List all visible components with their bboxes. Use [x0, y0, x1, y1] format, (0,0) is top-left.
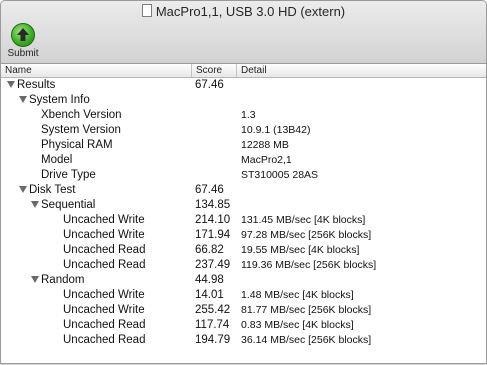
outline-row[interactable]: Random 44.98 [1, 273, 486, 288]
row-score: 66.82 [195, 244, 224, 256]
row-name: Uncached Read [63, 333, 145, 348]
outline-row[interactable]: System Version 10.9.1 (13B42) [1, 123, 486, 138]
row-score: 255.42 [195, 304, 231, 316]
row-name: Uncached Write [63, 303, 145, 318]
row-detail: MacPro2,1 [241, 154, 292, 166]
submit-arrow-up-icon [11, 23, 35, 47]
row-score: 14.01 [195, 289, 224, 301]
row-name: Random [31, 273, 84, 288]
column-header-name[interactable]: Name [1, 64, 32, 77]
row-name: Uncached Write [63, 213, 145, 228]
outline-row[interactable]: System Info [1, 93, 486, 108]
submit-label: Submit [7, 48, 39, 59]
outline-row[interactable]: Uncached Read 66.82 19.55 MB/sec [4K block… [1, 243, 486, 258]
row-name: Xbench Version [41, 108, 122, 123]
row-score: 194.79 [195, 334, 231, 346]
outline-row[interactable]: Uncached Write 255.42 81.77 MB/sec [256K b… [1, 303, 486, 318]
row-name: Disk Test [19, 183, 75, 198]
row-name: Model [41, 153, 72, 168]
row-label: Sequential [41, 199, 96, 211]
row-label: Random [41, 274, 85, 286]
row-detail: 97.28 MB/sec [256K blocks] [241, 229, 372, 241]
disclosure-triangle-icon[interactable] [19, 186, 27, 193]
row-detail: 1.3 [241, 109, 256, 121]
outline-row[interactable]: Uncached Write 171.94 97.28 MB/sec [256K b… [1, 228, 486, 243]
outline-row[interactable]: Disk Test 67.46 [1, 183, 486, 198]
row-label: Xbench Version [41, 109, 122, 121]
document-proxy-icon[interactable] [141, 4, 152, 17]
row-label: Disk Test [29, 184, 76, 196]
row-score: 237.49 [195, 259, 231, 271]
outline-row[interactable]: Uncached Write 214.10 131.45 MB/sec [4K bl… [1, 213, 486, 228]
row-name: Uncached Write [63, 228, 145, 243]
results-outline: Results 67.46 System Info Xbench Version 1.3… [1, 78, 486, 348]
row-score: 117.74 [195, 319, 230, 331]
row-detail: 36.14 MB/sec [256K blocks] [241, 334, 372, 346]
row-label: Uncached Write [63, 214, 145, 226]
row-name: Physical RAM [41, 138, 113, 153]
row-name: Results [7, 78, 55, 93]
outline-row[interactable]: Results 67.46 [1, 78, 486, 93]
outline-row[interactable]: Drive Type ST310005 28AS [1, 168, 486, 183]
disclosure-triangle-icon[interactable] [31, 276, 39, 283]
column-header-detail[interactable]: Detail [236, 64, 267, 77]
title-bar: MacPro1,1, USB 3.0 HD (extern) Submit [1, 1, 486, 64]
row-label: System Info [29, 94, 90, 106]
row-detail: 131.45 MB/sec [4K blocks] [241, 214, 366, 226]
row-detail: 81.77 MB/sec [256K blocks] [241, 304, 372, 316]
outline-row[interactable]: Physical RAM 12288 MB [1, 138, 486, 153]
row-score: 134.85 [195, 199, 231, 211]
row-label: Uncached Write [63, 229, 145, 241]
row-name: Drive Type [41, 168, 96, 183]
column-header-score[interactable]: Score [191, 64, 222, 77]
row-label: Uncached Write [63, 304, 145, 316]
row-detail: ST310005 28AS [241, 169, 319, 181]
row-detail: 119.36 MB/sec [256K blocks] [241, 259, 377, 271]
row-label: Uncached Read [63, 259, 146, 271]
row-label: Uncached Read [63, 244, 146, 256]
row-detail: 1.48 MB/sec [4K blocks] [241, 289, 354, 301]
row-score: 67.46 [195, 184, 224, 196]
outline-row[interactable]: Uncached Read 237.49 119.36 MB/sec [256K b… [1, 258, 486, 273]
row-label: Model [41, 154, 73, 166]
row-name: Uncached Write [63, 288, 145, 303]
row-detail: 12288 MB [241, 139, 289, 151]
row-label: Physical RAM [41, 139, 113, 151]
row-detail: 10.9.1 (13B42) [241, 124, 311, 136]
row-label: Uncached Write [63, 289, 145, 301]
outline-row[interactable]: Sequential 134.85 [1, 198, 486, 213]
window-title: MacPro1,1, USB 3.0 HD (extern) [1, 4, 486, 19]
row-name: System Info [19, 93, 90, 108]
row-name: System Version [41, 123, 121, 138]
outline-row[interactable]: Xbench Version 1.3 [1, 108, 486, 123]
disclosure-triangle-icon[interactable] [7, 81, 15, 88]
row-detail: 0.83 MB/sec [4K blocks] [241, 319, 354, 331]
row-label: Drive Type [41, 169, 96, 181]
row-label: System Version [41, 124, 121, 136]
row-name: Uncached Read [63, 318, 145, 333]
row-detail: 19.55 MB/sec [4K blocks] [241, 244, 360, 256]
row-score: 171.94 [195, 229, 231, 241]
row-label: Uncached Read [63, 319, 146, 331]
row-score: 214.10 [195, 214, 231, 226]
outline-row[interactable]: Uncached Read 117.74 0.83 MB/sec [4K block… [1, 318, 486, 333]
row-name: Uncached Read [63, 243, 145, 258]
row-label: Results [17, 79, 56, 91]
row-name: Sequential [31, 198, 95, 213]
row-label: Uncached Read [63, 334, 146, 346]
app-window: MacPro1,1, USB 3.0 HD (extern) Submit Na… [0, 0, 487, 364]
row-score: 67.46 [195, 79, 224, 91]
row-score: 44.98 [195, 274, 224, 286]
disclosure-triangle-icon[interactable] [31, 201, 39, 208]
disclosure-triangle-icon[interactable] [19, 96, 27, 103]
outline-row[interactable]: Uncached Write 14.01 1.48 MB/sec [4K block… [1, 288, 486, 303]
window-title-text: MacPro1,1, USB 3.0 HD (extern) [155, 4, 346, 19]
outline-header: Name Score Detail [1, 64, 486, 78]
submit-button[interactable]: Submit [5, 23, 41, 59]
outline-row[interactable]: Model MacPro2,1 [1, 153, 486, 168]
row-name: Uncached Read [63, 258, 145, 273]
outline-row[interactable]: Uncached Read 194.79 36.14 MB/sec [256K bl… [1, 333, 486, 348]
